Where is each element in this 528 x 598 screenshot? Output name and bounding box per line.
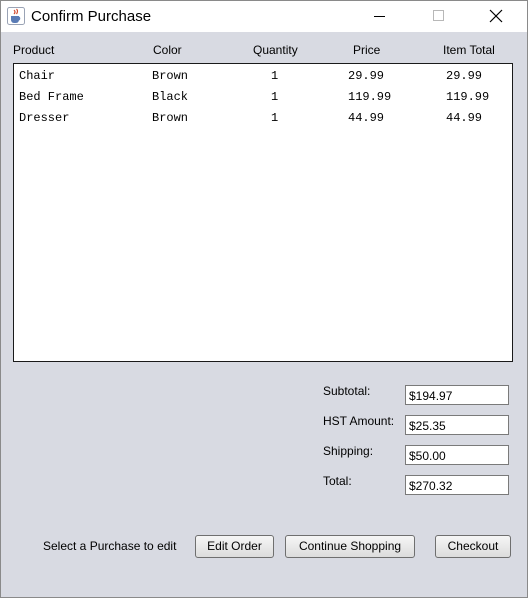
total-field[interactable]: $270.32	[405, 475, 509, 495]
close-button[interactable]	[476, 1, 516, 32]
continue-shopping-button[interactable]: Continue Shopping	[285, 535, 415, 558]
cell-price: 44.99	[348, 111, 385, 125]
cell-quantity: 1	[271, 111, 279, 125]
shipping-label: Shipping:	[323, 444, 374, 458]
shipping-field[interactable]: $50.00	[405, 445, 509, 465]
hst-amount-field[interactable]: $25.35	[405, 415, 509, 435]
purchase-list[interactable]: Chair Brown 1 29.99 29.99 Bed Frame Blac…	[13, 63, 513, 362]
column-header-quantity: Quantity	[253, 43, 298, 57]
minimize-icon	[374, 16, 385, 17]
cell-color: Brown	[152, 111, 189, 125]
cell-product: Chair	[19, 69, 56, 83]
confirm-purchase-window: Confirm Purchase Product Color Quantity …	[0, 0, 528, 598]
cell-price: 119.99	[348, 90, 392, 104]
subtotal-label: Subtotal:	[323, 384, 371, 398]
cell-product: Bed Frame	[19, 90, 84, 104]
hst-amount-label: HST Amount:	[323, 414, 395, 428]
column-header-price: Price	[353, 43, 381, 57]
edit-hint-text: Select a Purchase to edit	[43, 539, 177, 553]
cell-quantity: 1	[271, 69, 279, 83]
maximize-button[interactable]	[418, 1, 458, 32]
column-header-color: Color	[153, 43, 182, 57]
cell-item-total: 44.99	[446, 111, 483, 125]
cell-product: Dresser	[19, 111, 70, 125]
window-title: Confirm Purchase	[31, 8, 152, 25]
total-label: Total:	[323, 474, 352, 488]
table-row[interactable]: Bed Frame Black 1 119.99 119.99	[14, 86, 512, 107]
cell-color: Black	[152, 90, 189, 104]
checkout-button[interactable]: Checkout	[435, 535, 511, 558]
column-header-item-total: Item Total	[443, 43, 495, 57]
table-row[interactable]: Chair Brown 1 29.99 29.99	[14, 65, 512, 86]
close-icon	[489, 9, 503, 23]
cell-quantity: 1	[271, 90, 279, 104]
subtotal-field[interactable]: $194.97	[405, 385, 509, 405]
java-coffee-cup-icon	[7, 7, 25, 25]
maximize-icon	[433, 10, 444, 21]
cell-price: 29.99	[348, 69, 385, 83]
minimize-button[interactable]	[360, 1, 400, 32]
title-bar[interactable]: Confirm Purchase	[1, 1, 527, 32]
table-row[interactable]: Dresser Brown 1 44.99 44.99	[14, 107, 512, 128]
cell-color: Brown	[152, 69, 189, 83]
edit-order-button[interactable]: Edit Order	[195, 535, 274, 558]
column-header-product: Product	[13, 43, 55, 57]
cell-item-total: 29.99	[446, 69, 483, 83]
cell-item-total: 119.99	[446, 90, 490, 104]
